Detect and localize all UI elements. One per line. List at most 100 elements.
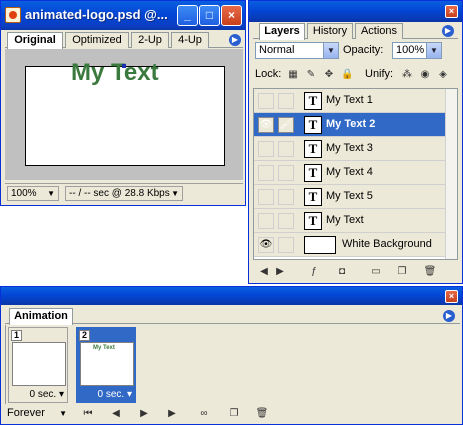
visibility-toggle[interactable]	[258, 213, 274, 229]
animation-frame[interactable]: 1 0 sec. ▾	[8, 327, 68, 403]
minimize-button[interactable]: _	[177, 5, 198, 26]
frame-delay-value: 0 sec.	[29, 389, 57, 400]
document-title-bar[interactable]: animated-logo.psd @... _ □ ×	[1, 1, 245, 30]
text-anchor-handle[interactable]	[122, 64, 126, 68]
frame-number: 2	[79, 330, 90, 341]
layers-palette: × Layers History Actions ▶ Normal ▼ Opac…	[248, 0, 463, 284]
animation-tabs: Animation ▶	[5, 308, 460, 325]
play-icon[interactable]: ▶	[137, 407, 151, 421]
text-layer-icon: T	[304, 116, 322, 134]
unify-visibility-icon[interactable]: ◉	[419, 69, 431, 81]
maximize-button[interactable]: □	[199, 5, 220, 26]
layer-name: My Text 4	[326, 166, 373, 178]
canvas-text: My Text	[71, 59, 159, 86]
frame-delay[interactable]: 0 sec. ▾	[9, 389, 67, 400]
frame-delay-value: 0 sec.	[97, 389, 125, 400]
loop-select[interactable]: Forever ▼	[7, 406, 69, 421]
document-window: animated-logo.psd @... _ □ × Original Op…	[0, 0, 246, 206]
tab-actions[interactable]: Actions	[355, 23, 403, 39]
close-button[interactable]: ×	[221, 5, 242, 26]
lock-transparency-icon[interactable]: ▦	[287, 69, 299, 81]
zoom-value: 100%	[11, 188, 37, 199]
layer-mask-icon[interactable]: ◘	[335, 265, 349, 279]
text-layer-icon: T	[304, 92, 322, 110]
chevron-down-icon: ▼	[426, 43, 441, 58]
link-toggle[interactable]	[278, 141, 294, 157]
frames-strip: 1 0 sec. ▾ 2 My Text 0 sec. ▾	[5, 325, 460, 404]
layers-title-bar[interactable]: ×	[249, 1, 462, 22]
lock-all-icon[interactable]: 🔒	[341, 69, 353, 81]
previous-frame-icon[interactable]: ◀	[109, 407, 123, 421]
text-layer-icon: T	[304, 140, 322, 158]
new-layer-icon[interactable]: ❐	[395, 265, 409, 279]
view-menu-arrow-icon[interactable]: ▶	[229, 34, 241, 46]
download-time-select[interactable]: -- / -- sec @ 28.8 Kbps ▼	[65, 186, 183, 201]
tab-animation[interactable]: Animation	[9, 308, 73, 325]
frame-delay[interactable]: 0 sec. ▾	[77, 389, 135, 400]
chevron-down-icon: ▼	[171, 189, 179, 198]
tween-icon[interactable]: ∞	[197, 407, 211, 421]
layer-name: My Text 5	[326, 190, 373, 202]
layer-name: My Text 1	[326, 94, 373, 106]
tab-4-up[interactable]: 4-Up	[171, 32, 209, 48]
new-folder-icon[interactable]: ▭	[369, 265, 383, 279]
tab-history[interactable]: History	[307, 23, 353, 39]
layer-row[interactable]: T My Text 4	[254, 161, 445, 185]
canvas[interactable]: My Text	[25, 59, 225, 166]
unify-label: Unify:	[365, 68, 394, 80]
next-frame-icon[interactable]: ▶	[165, 407, 179, 421]
tab-layers[interactable]: Layers	[259, 23, 305, 40]
layer-row[interactable]: T My Text	[254, 209, 445, 233]
layer-name: White Background	[342, 238, 432, 250]
link-toggle[interactable]	[278, 93, 294, 109]
palette-close-button[interactable]: ×	[445, 5, 458, 18]
zoom-select[interactable]: 100% ▼	[7, 186, 59, 201]
palette-close-button[interactable]: ×	[445, 290, 458, 303]
previous-layer-icon[interactable]: ◀	[257, 265, 271, 279]
link-toggle[interactable]	[278, 165, 294, 181]
tab-2-up[interactable]: 2-Up	[131, 32, 169, 48]
layers-scrollbar[interactable]	[445, 89, 457, 259]
first-frame-icon[interactable]: ⏮	[81, 407, 95, 421]
layer-row[interactable]: T My Text 1	[254, 89, 445, 113]
palette-menu-arrow-icon[interactable]: ▶	[442, 25, 454, 37]
lock-move-icon[interactable]: ✥	[323, 69, 335, 81]
link-toggle[interactable]	[278, 237, 294, 253]
next-layer-icon[interactable]: ▶	[273, 265, 287, 279]
blend-mode-select[interactable]: Normal ▼	[255, 42, 339, 59]
eye-icon[interactable]: 👁	[258, 117, 274, 133]
visibility-toggle[interactable]	[258, 189, 274, 205]
visibility-toggle[interactable]	[258, 165, 274, 181]
tab-original[interactable]: Original	[7, 32, 63, 49]
brush-icon[interactable]: 🖌	[278, 117, 294, 133]
tab-optimized[interactable]: Optimized	[65, 32, 129, 48]
trash-icon[interactable]: 🗑	[255, 407, 269, 421]
chevron-down-icon: ▼	[47, 189, 55, 198]
lock-paint-icon[interactable]: ✎	[305, 69, 317, 81]
visibility-toggle[interactable]	[258, 141, 274, 157]
animation-frame[interactable]: 2 My Text 0 sec. ▾	[76, 327, 136, 403]
opacity-value: 100%	[396, 44, 425, 56]
layer-thumbnail	[304, 236, 336, 254]
palette-menu-arrow-icon[interactable]: ▶	[443, 310, 455, 322]
layer-row[interactable]: 👁 White Background	[254, 233, 445, 257]
document-title: animated-logo.psd @...	[25, 7, 168, 22]
link-toggle[interactable]	[278, 213, 294, 229]
eye-icon[interactable]: 👁	[258, 237, 274, 253]
frame-thumbnail: My Text	[80, 342, 134, 386]
layer-row[interactable]: T My Text 5	[254, 185, 445, 209]
animation-title-bar[interactable]: ×	[1, 287, 462, 305]
trash-icon[interactable]: 🗑	[423, 265, 437, 279]
layer-style-icon[interactable]: ƒ	[307, 265, 321, 279]
opacity-field[interactable]: 100% ▼	[392, 42, 442, 59]
visibility-toggle[interactable]	[258, 93, 274, 109]
duplicate-frame-icon[interactable]: ❐	[227, 407, 241, 421]
unify-style-icon[interactable]: ◈	[437, 69, 449, 81]
chevron-down-icon: ▼	[59, 409, 67, 418]
layer-row[interactable]: T My Text 3	[254, 137, 445, 161]
layer-name: My Text 3	[326, 142, 373, 154]
layer-row[interactable]: 👁 🖌 T My Text 2	[254, 113, 445, 137]
frame-thumbnail	[12, 342, 66, 386]
link-toggle[interactable]	[278, 189, 294, 205]
unify-position-icon[interactable]: ⁂	[401, 69, 413, 81]
